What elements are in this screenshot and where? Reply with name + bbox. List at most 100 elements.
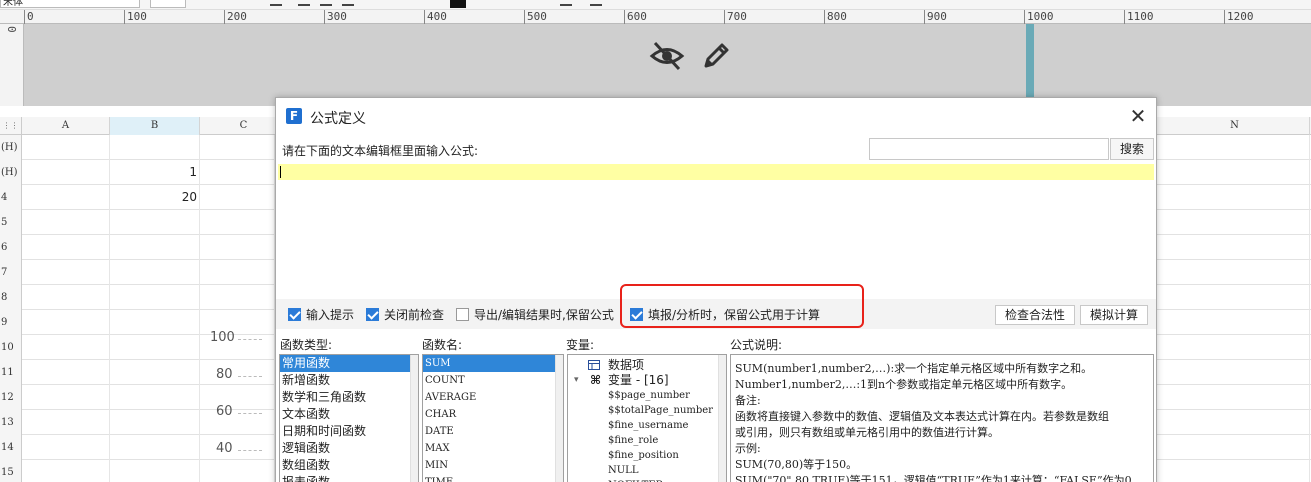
tree-item-variables[interactable]: ▾ ⌘ 变量 - [16] <box>568 373 726 388</box>
cell-a[interactable] <box>22 310 110 335</box>
tree-item-variable[interactable]: NULL <box>568 463 726 478</box>
list-item[interactable]: 数组函数 <box>280 457 418 474</box>
cell-b[interactable] <box>110 210 200 235</box>
cell-n[interactable] <box>1160 210 1310 235</box>
cell-c[interactable] <box>200 360 275 385</box>
cell-n[interactable] <box>1160 435 1310 460</box>
scrollbar[interactable] <box>718 355 726 482</box>
list-item[interactable]: 数学和三角函数 <box>280 389 418 406</box>
cell-n[interactable] <box>1160 235 1310 260</box>
row-header[interactable]: (H) <box>0 135 22 160</box>
cell-b[interactable] <box>110 235 200 260</box>
tree-item-variable[interactable]: NOFILTER <box>568 478 726 482</box>
list-item[interactable]: 常用函数 <box>280 355 418 372</box>
merge-icon[interactable] <box>590 0 602 6</box>
scrollbar[interactable] <box>555 355 563 482</box>
align-center-icon[interactable] <box>320 0 332 6</box>
check-before-close-checkbox[interactable]: 关闭前检查 <box>366 307 444 323</box>
list-item[interactable]: 日期和时间函数 <box>280 423 418 440</box>
cell-c[interactable] <box>200 385 275 410</box>
variable-tree[interactable]: 数据项 ▾ ⌘ 变量 - [16] $$page_number $$totalPa… <box>567 354 727 482</box>
search-input[interactable] <box>869 138 1109 160</box>
cell-a[interactable] <box>22 435 110 460</box>
cell-n[interactable] <box>1160 335 1310 360</box>
eye-slash-icon[interactable] <box>649 40 685 72</box>
row-header[interactable]: 12 <box>0 385 22 410</box>
row-header[interactable]: (H) <box>0 160 22 185</box>
cell-b[interactable]: 1 <box>110 160 200 185</box>
cell-a[interactable] <box>22 260 110 285</box>
cell-c[interactable] <box>200 185 275 210</box>
cell-c[interactable] <box>200 460 275 482</box>
tree-item-variable[interactable]: $fine_position <box>568 448 726 463</box>
list-item[interactable]: MAX <box>423 440 563 457</box>
header-canvas[interactable] <box>24 24 1311 106</box>
cell-b[interactable] <box>110 285 200 310</box>
row-header[interactable]: 11 <box>0 360 22 385</box>
validate-button[interactable]: 检查合法性 <box>995 305 1075 325</box>
search-button[interactable]: 搜索 <box>1110 138 1154 160</box>
column-header-a[interactable]: A <box>22 117 110 135</box>
list-item[interactable]: COUNT <box>423 372 563 389</box>
chevron-down-icon[interactable]: ▾ <box>574 373 579 388</box>
cell-c[interactable] <box>200 135 275 160</box>
column-header-n[interactable]: N <box>1160 117 1310 135</box>
select-all-corner[interactable]: ⋮⋮ <box>0 117 22 135</box>
cell-c[interactable] <box>200 160 275 185</box>
row-header[interactable]: 6 <box>0 235 22 260</box>
page-boundary-marker[interactable] <box>1026 24 1034 106</box>
tree-item-variable[interactable]: $fine_username <box>568 418 726 433</box>
close-icon[interactable]: ✕ <box>1128 106 1148 126</box>
cell-c[interactable] <box>200 285 275 310</box>
cell-b[interactable] <box>110 385 200 410</box>
list-item[interactable]: 报表函数 <box>280 474 418 482</box>
cell-n[interactable] <box>1160 285 1310 310</box>
align-left-icon[interactable] <box>298 0 310 6</box>
cell-a[interactable] <box>22 360 110 385</box>
cell-n[interactable] <box>1160 160 1310 185</box>
cell-b[interactable] <box>110 310 200 335</box>
row-header[interactable]: 9 <box>0 310 22 335</box>
cell-n[interactable] <box>1160 260 1310 285</box>
list-item[interactable]: 新增函数 <box>280 372 418 389</box>
cell-b[interactable] <box>110 260 200 285</box>
row-header[interactable]: 4 <box>0 185 22 210</box>
cell-b[interactable] <box>110 460 200 482</box>
func-type-list[interactable]: 常用函数 新增函数 数学和三角函数 文本函数 日期和时间函数 逻辑函数 数组函数 报表函数 <box>279 354 419 482</box>
cell-a[interactable] <box>22 185 110 210</box>
cell-n[interactable] <box>1160 460 1310 482</box>
formula-editor[interactable] <box>278 164 1154 298</box>
list-item[interactable]: MIN <box>423 457 563 474</box>
list-item[interactable]: 逻辑函数 <box>280 440 418 457</box>
row-header[interactable]: 10 <box>0 335 22 360</box>
column-header-b[interactable]: B <box>110 117 200 135</box>
font-color-swatch[interactable] <box>450 0 466 8</box>
cell-n[interactable] <box>1160 135 1310 160</box>
cell-c[interactable] <box>200 260 275 285</box>
func-name-list[interactable]: SUMCOUNTAVERAGECHARDATEMAXMINTIME <box>422 354 564 482</box>
font-size-field[interactable] <box>150 0 186 8</box>
list-item[interactable]: AVERAGE <box>423 389 563 406</box>
align-right-icon[interactable] <box>342 0 354 6</box>
tree-item-data[interactable]: 数据项 <box>568 358 726 373</box>
cell-b[interactable] <box>110 435 200 460</box>
cell-b[interactable] <box>110 410 200 435</box>
input-hint-checkbox[interactable]: 输入提示 <box>288 307 354 323</box>
cell-c[interactable] <box>200 435 275 460</box>
list-item[interactable]: DATE <box>423 423 563 440</box>
cell-n[interactable] <box>1160 385 1310 410</box>
cell-b[interactable]: 20 <box>110 185 200 210</box>
cell-a[interactable] <box>22 385 110 410</box>
cell-n[interactable] <box>1160 310 1310 335</box>
cell-b[interactable] <box>110 335 200 360</box>
cell-n[interactable] <box>1160 360 1310 385</box>
cell-a[interactable] <box>22 285 110 310</box>
border-icon[interactable] <box>560 0 572 6</box>
list-item[interactable]: TIME <box>423 474 563 482</box>
row-header[interactable]: 15 <box>0 460 22 482</box>
list-item[interactable]: CHAR <box>423 406 563 423</box>
simulate-button[interactable]: 模拟计算 <box>1080 305 1148 325</box>
cell-a[interactable] <box>22 135 110 160</box>
cell-n[interactable] <box>1160 185 1310 210</box>
list-item[interactable]: SUM <box>423 355 563 372</box>
